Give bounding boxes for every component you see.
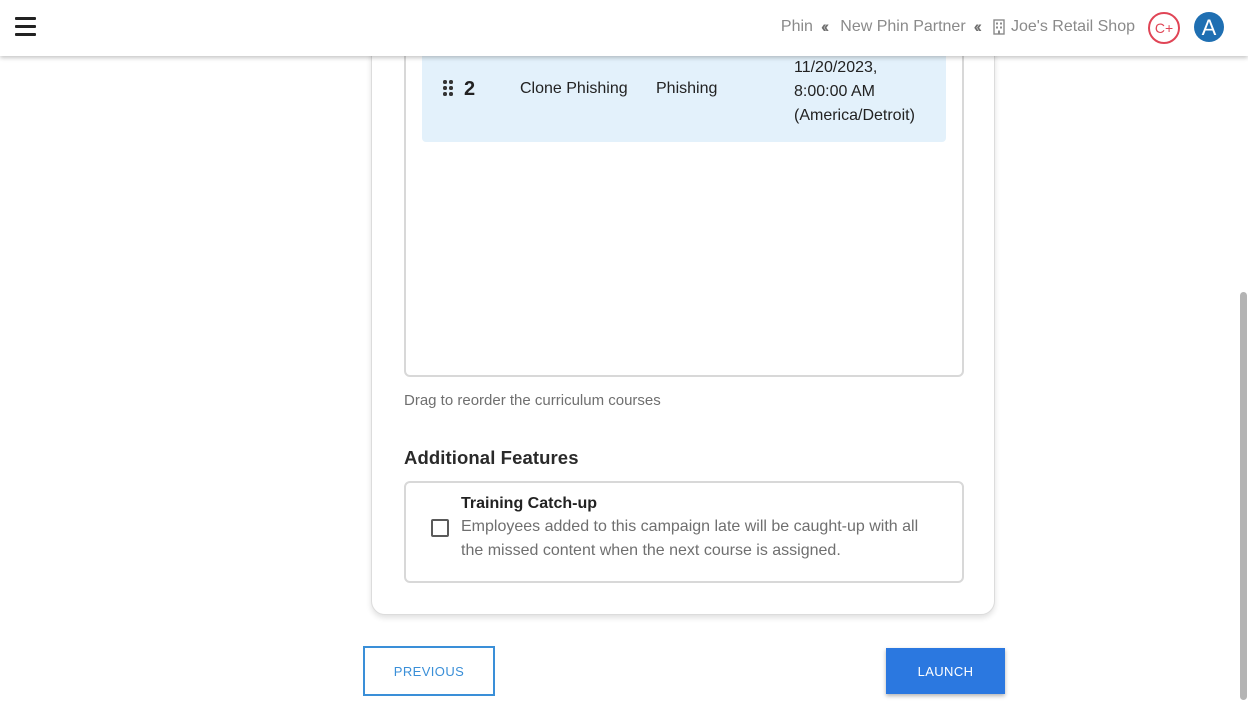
- double-chevron-left-icon: ‹‹: [820, 17, 830, 36]
- top-app-bar: Phin ‹‹ New Phin Partner ‹‹ Joe's Retail…: [0, 0, 1248, 56]
- hamburger-icon[interactable]: [15, 17, 36, 37]
- launch-button[interactable]: LAUNCH: [886, 648, 1005, 694]
- double-chevron-left-icon: ‹‹: [973, 17, 983, 36]
- course-date: 11/20/2023, 8:00:00 AM (America/Detroit): [794, 56, 944, 128]
- course-position: 2: [464, 78, 476, 100]
- drag-handle-icon[interactable]: [443, 80, 455, 100]
- course-name: Clone Phishing: [520, 80, 628, 97]
- course-date-line: (America/Detroit): [794, 107, 915, 124]
- feature-title: Training Catch-up: [461, 495, 597, 512]
- breadcrumb-item-shop[interactable]: Joe's Retail Shop: [1011, 18, 1135, 36]
- breadcrumb-item-partner[interactable]: New Phin Partner: [840, 18, 965, 36]
- course-type: Phishing: [656, 80, 718, 97]
- previous-button[interactable]: PREVIOUS: [363, 646, 495, 696]
- cplus-badge[interactable]: C+: [1148, 12, 1180, 44]
- course-date-line: 8:00:00 AM: [794, 83, 875, 100]
- breadcrumb: Phin ‹‹ New Phin Partner ‹‹ Joe's Retail…: [781, 17, 1135, 37]
- course-date-line: 11/20/2023,: [794, 59, 878, 76]
- scrollbar-thumb[interactable]: [1240, 292, 1247, 700]
- reorder-hint: Drag to reorder the curriculum courses: [404, 392, 661, 409]
- avatar[interactable]: A: [1194, 12, 1224, 42]
- training-catchup-checkbox[interactable]: [431, 519, 449, 537]
- additional-features-heading: Additional Features: [404, 447, 579, 468]
- feature-description: Employees added to this campaign late wi…: [461, 518, 919, 559]
- breadcrumb-item-phin[interactable]: Phin: [781, 18, 813, 36]
- building-icon: [993, 19, 1005, 35]
